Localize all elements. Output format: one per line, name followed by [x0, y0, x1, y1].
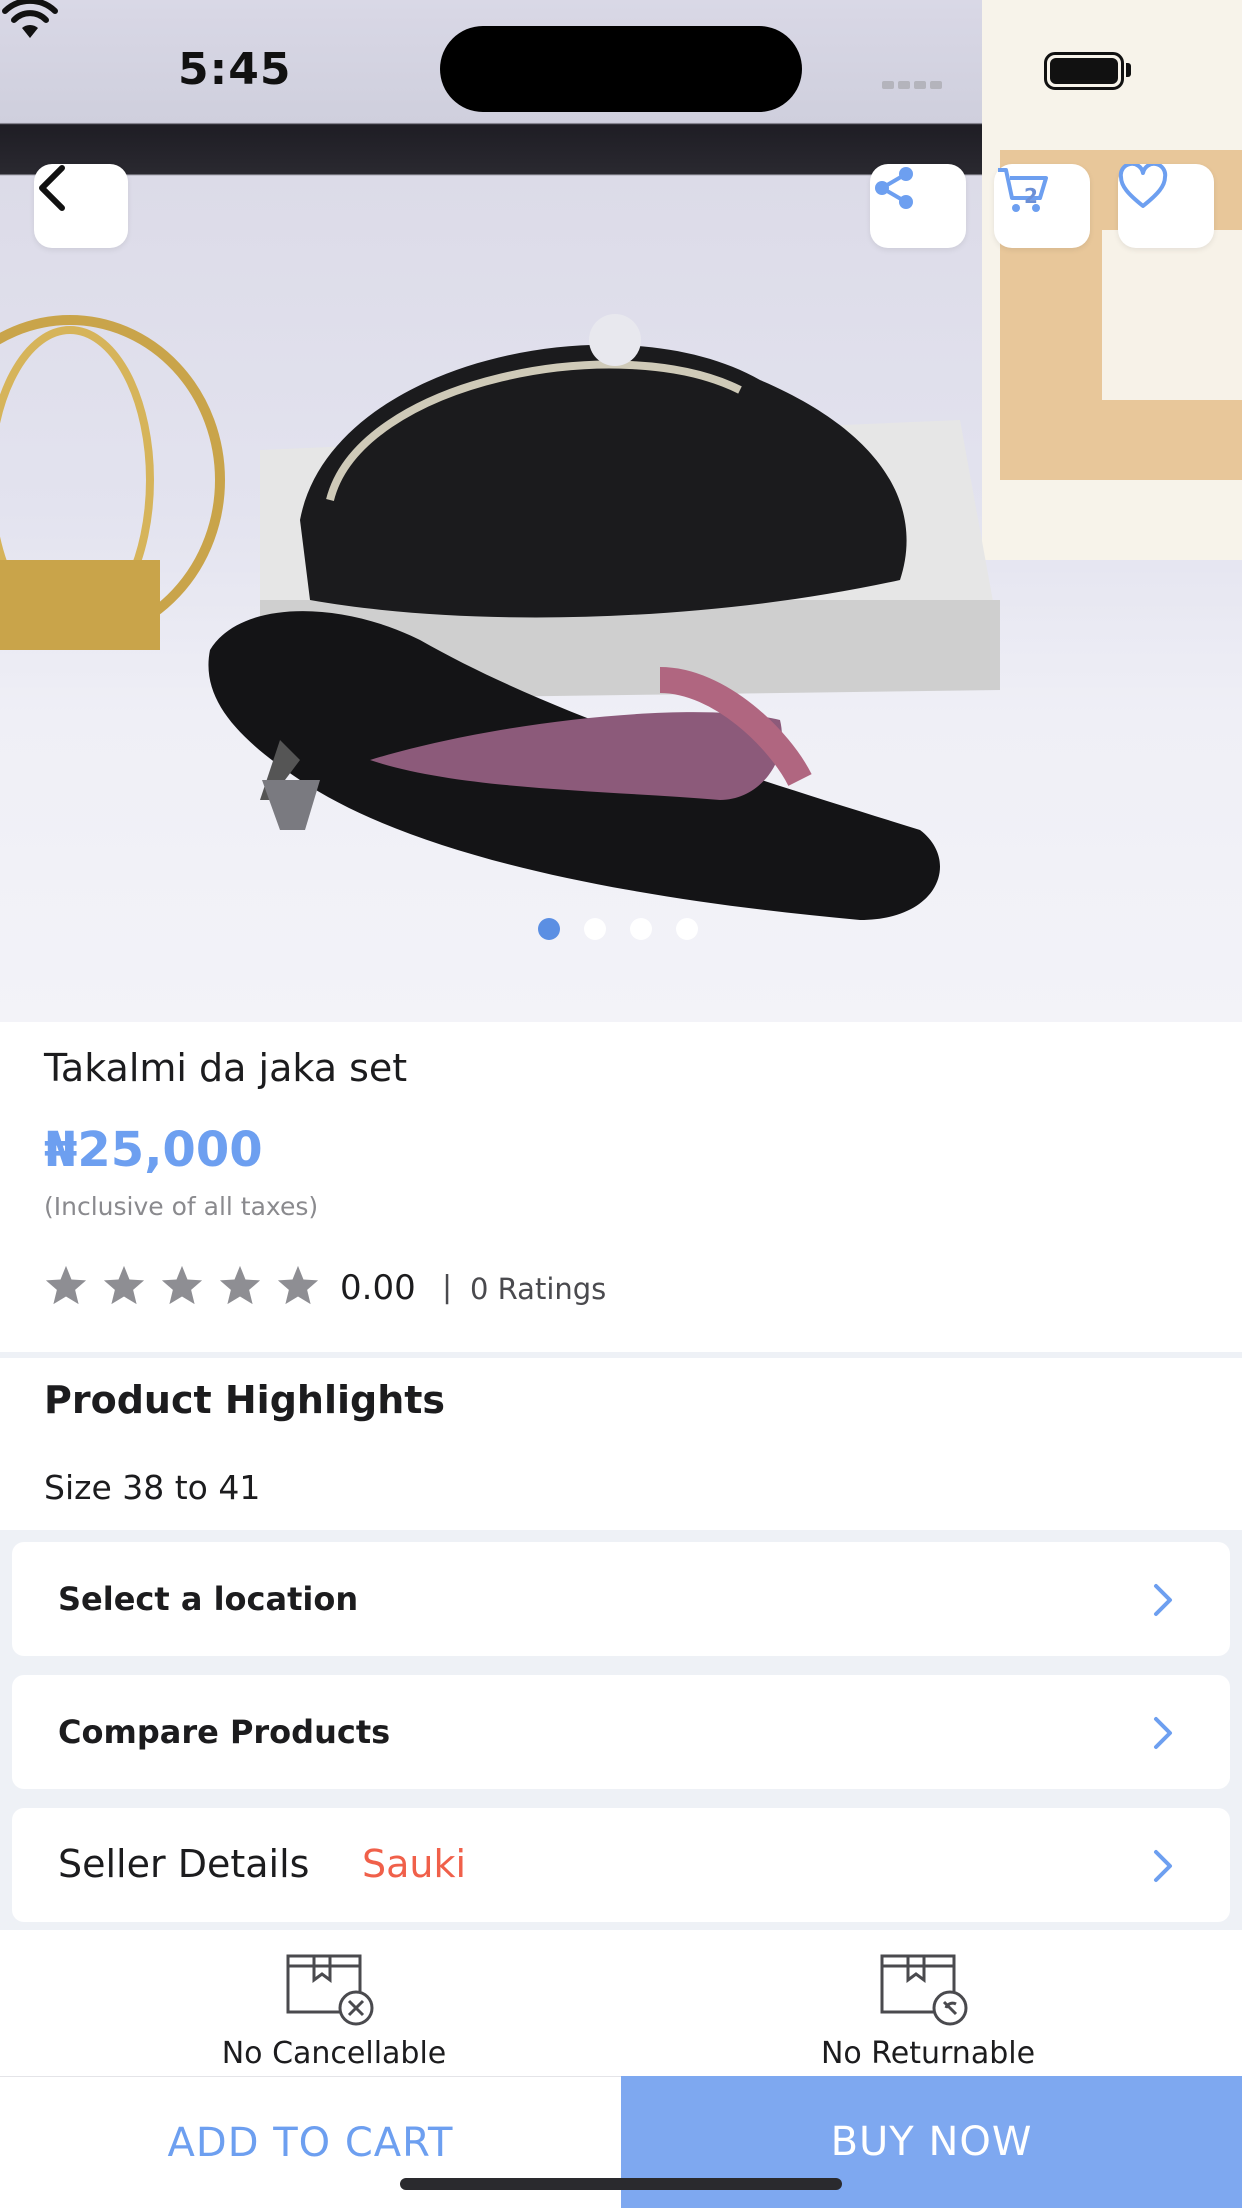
dynamic-island: [440, 26, 802, 112]
rating-stars[interactable]: [44, 1264, 320, 1306]
chevron-right-icon: [1154, 1717, 1172, 1749]
wishlist-button[interactable]: [1118, 164, 1214, 248]
cart-button[interactable]: 2: [994, 164, 1090, 248]
wifi-icon: [2, 0, 58, 38]
carousel-dot[interactable]: [538, 918, 560, 940]
product-info: Takalmi da jaka set ₦25,000 (Inclusive o…: [0, 1022, 1242, 1352]
tax-note: (Inclusive of all taxes): [44, 1192, 319, 1221]
rating-separator: |: [442, 1270, 453, 1305]
carousel-indicator[interactable]: [538, 918, 698, 940]
home-indicator[interactable]: [400, 2178, 842, 2190]
rating-value: 0.00: [340, 1268, 416, 1308]
product-image-carousel[interactable]: 5:45 2: [0, 0, 1242, 1022]
seller-name[interactable]: Sauki: [362, 1842, 466, 1886]
cellular-signal-icon: [882, 74, 946, 89]
carousel-dot[interactable]: [676, 918, 698, 940]
no-cancellable-policy: No Cancellable: [184, 1950, 484, 2071]
product-title: Takalmi da jaka set: [44, 1046, 408, 1090]
select-location-label: Select a location: [58, 1580, 359, 1618]
seller-details-row[interactable]: Seller Details Sauki: [12, 1808, 1230, 1922]
share-icon: [875, 167, 913, 209]
star-icon: [277, 1265, 319, 1305]
select-location-row[interactable]: Select a location: [12, 1542, 1230, 1656]
cart-icon: [998, 168, 1048, 212]
product-photo: [0, 0, 1242, 920]
compare-products-label: Compare Products: [58, 1713, 391, 1751]
carousel-dot[interactable]: [584, 918, 606, 940]
highlights-text: Size 38 to 41: [44, 1468, 261, 1507]
box-cancel-icon: [286, 1954, 374, 2026]
back-icon: [39, 165, 65, 211]
box-no-return-icon: [880, 1954, 968, 2026]
no-returnable-label: No Returnable: [820, 2036, 1036, 2071]
cart-count-badge: 2: [1024, 184, 1038, 208]
ratings-count[interactable]: 0 Ratings: [470, 1272, 606, 1306]
star-icon: [103, 1265, 145, 1305]
product-price: ₦25,000: [44, 1122, 263, 1178]
highlights-title: Product Highlights: [44, 1378, 446, 1422]
policies: No Cancellable No Returnable: [0, 1930, 1242, 2080]
status-time: 5:45: [178, 44, 292, 95]
battery-icon: [1044, 52, 1124, 90]
star-icon: [219, 1265, 261, 1305]
seller-details-label: Seller Details: [58, 1842, 310, 1886]
share-button[interactable]: [870, 164, 966, 248]
no-cancellable-label: No Cancellable: [221, 2036, 447, 2071]
status-bar: 5:45: [0, 0, 1242, 140]
chevron-right-icon: [1154, 1850, 1172, 1882]
chevron-right-icon: [1154, 1584, 1172, 1616]
no-returnable-policy: No Returnable: [778, 1950, 1078, 2071]
star-icon: [161, 1265, 203, 1305]
carousel-dot[interactable]: [630, 918, 652, 940]
compare-products-row[interactable]: Compare Products: [12, 1675, 1230, 1789]
star-icon: [45, 1265, 87, 1305]
heart-icon: [1118, 164, 1168, 208]
back-button[interactable]: [34, 164, 128, 248]
product-highlights: Product Highlights Size 38 to 41: [0, 1358, 1242, 1530]
battery-tip: [1126, 63, 1131, 77]
